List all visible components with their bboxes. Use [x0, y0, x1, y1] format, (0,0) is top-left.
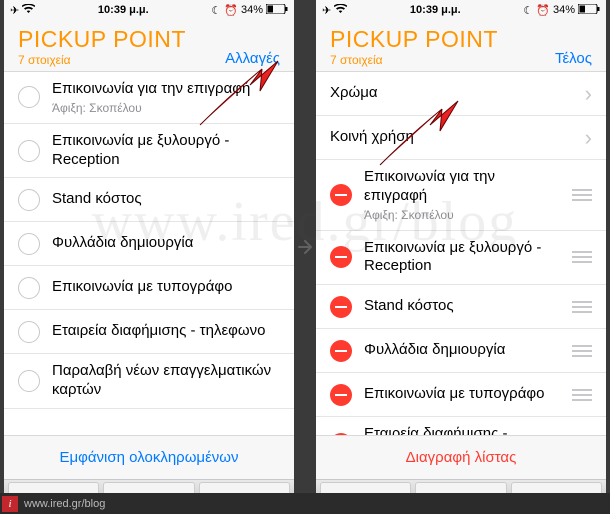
moon-icon: ☾ — [211, 4, 221, 17]
reminder-list: Επικοινωνία για την επιγραφήΆφιξη: Σκοπέ… — [4, 72, 294, 435]
delete-icon[interactable] — [330, 184, 352, 206]
drag-handle-icon[interactable] — [572, 389, 592, 401]
phone-right: ✈ 10:39 μ.μ. ☾ ⏰ 34% PICKUP POINT 7 στοι… — [316, 0, 606, 493]
delete-list-button[interactable]: Διαγραφή λίστας — [316, 435, 606, 479]
battery-percent: 34% — [553, 4, 575, 16]
source-bar: i www.ired.gr/blog — [0, 493, 610, 514]
moon-icon: ☾ — [523, 4, 533, 17]
tab-bar[interactable] — [316, 479, 606, 493]
battery-icon — [266, 4, 288, 17]
delete-icon[interactable] — [330, 296, 352, 318]
alarm-icon: ⏰ — [536, 4, 550, 17]
phone-left: ✈ 10:39 μ.μ. ☾ ⏰ 34% PICKUP POINT 7 στοι… — [4, 0, 294, 493]
airplane-icon: ✈ — [10, 4, 19, 17]
battery-icon — [578, 4, 600, 17]
source-badge-icon: i — [2, 496, 18, 512]
status-time: 10:39 μ.μ. — [98, 4, 149, 16]
list-item[interactable]: Παραλαβή νέων επαγγελματικών καρτών — [4, 354, 294, 409]
list-item[interactable]: Stand κόστος — [316, 285, 606, 329]
option-color[interactable]: Χρώμα› — [316, 72, 606, 116]
airplane-icon: ✈ — [322, 4, 331, 17]
chevron-right-icon: › — [585, 127, 592, 149]
checkbox-icon[interactable] — [18, 140, 40, 162]
page-subtitle: 7 στοιχεία — [330, 53, 498, 67]
drag-handle-icon[interactable] — [572, 301, 592, 313]
edit-list: Χρώμα› Κοινή χρήση› Επικοινωνία για την … — [316, 72, 606, 435]
status-time: 10:39 μ.μ. — [410, 4, 461, 16]
status-bar: ✈ 10:39 μ.μ. ☾ ⏰ 34% — [4, 0, 294, 20]
checkbox-icon[interactable] — [18, 277, 40, 299]
checkbox-icon[interactable] — [18, 189, 40, 211]
transition-arrow — [294, 0, 316, 493]
drag-handle-icon[interactable] — [572, 251, 592, 263]
delete-icon[interactable] — [330, 246, 352, 268]
list-item[interactable]: Επικοινωνία με τυπογράφο — [316, 373, 606, 417]
drag-handle-icon[interactable] — [572, 345, 592, 357]
checkbox-icon[interactable] — [18, 370, 40, 392]
source-url: www.ired.gr/blog — [24, 498, 105, 510]
list-item[interactable]: Stand κόστος — [4, 178, 294, 222]
list-item[interactable]: Επικοινωνία με ξυλουργό - Reception — [4, 124, 294, 179]
list-item[interactable]: Επικοινωνία με τυπογράφο — [4, 266, 294, 310]
tab-bar[interactable] — [4, 479, 294, 493]
list-item[interactable]: Φυλλάδια δημιουργία — [316, 329, 606, 373]
delete-icon[interactable] — [330, 384, 352, 406]
drag-handle-icon[interactable] — [572, 189, 592, 201]
alarm-icon: ⏰ — [224, 4, 238, 17]
list-item[interactable]: Επικοινωνία με ξυλουργό - Reception — [316, 231, 606, 286]
checkbox-icon[interactable] — [18, 86, 40, 108]
wifi-icon — [334, 4, 347, 17]
checkbox-icon[interactable] — [18, 321, 40, 343]
page-title: PICKUP POINT — [18, 26, 186, 53]
list-item[interactable]: Εταιρεία διαφήμισης - τηλεφωνο — [316, 417, 606, 435]
checkbox-icon[interactable] — [18, 233, 40, 255]
list-header: PICKUP POINT 7 στοιχεία Αλλαγές — [4, 20, 294, 72]
list-item[interactable]: Επικοινωνία για την επιγραφήΆφιξη: Σκοπέ… — [316, 160, 606, 231]
edit-button[interactable]: Αλλαγές — [225, 34, 280, 67]
list-header: PICKUP POINT 7 στοιχεία Τέλος — [316, 20, 606, 72]
page-title: PICKUP POINT — [330, 26, 498, 53]
chevron-right-icon: › — [585, 83, 592, 105]
battery-percent: 34% — [241, 4, 263, 16]
delete-icon[interactable] — [330, 340, 352, 362]
list-item[interactable]: Εταιρεία διαφήμισης - τηλεφωνο — [4, 310, 294, 354]
option-share[interactable]: Κοινή χρήση› — [316, 116, 606, 160]
show-completed-button[interactable]: Εμφάνιση ολοκληρωμένων — [4, 435, 294, 479]
status-bar: ✈ 10:39 μ.μ. ☾ ⏰ 34% — [316, 0, 606, 20]
list-item[interactable]: Επικοινωνία για την επιγραφήΆφιξη: Σκοπέ… — [4, 72, 294, 124]
done-button[interactable]: Τέλος — [555, 34, 592, 67]
list-item[interactable]: Φυλλάδια δημιουργία — [4, 222, 294, 266]
wifi-icon — [22, 4, 35, 17]
page-subtitle: 7 στοιχεία — [18, 53, 186, 67]
